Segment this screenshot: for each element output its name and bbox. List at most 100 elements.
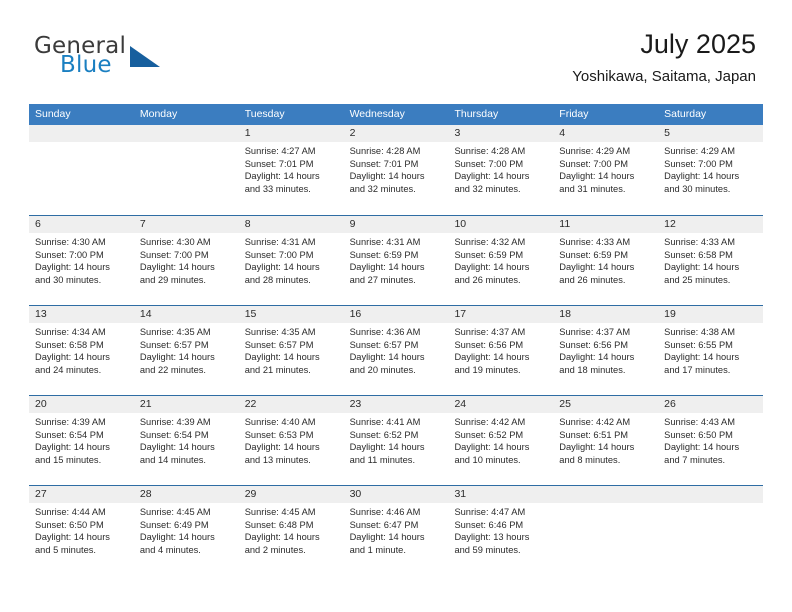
calendar-day-cell[interactable]: 26 Sunrise: 4:43 AM Sunset: 6:50 PM Dayligh…	[658, 396, 763, 485]
day-number: 3	[454, 127, 461, 139]
day-detail-line: Daylight: 14 hours	[559, 262, 635, 273]
day-details: Sunrise: 4:29 AM Sunset: 7:00 PM Daylight:…	[664, 145, 758, 195]
calendar-day-cell[interactable]: 13 Sunrise: 4:34 AM Sunset: 6:58 PM Dayligh…	[29, 306, 134, 395]
page-title: July 2025	[640, 29, 756, 59]
day-details: Sunrise: 4:36 AM Sunset: 6:57 PM Daylight:…	[350, 326, 444, 376]
day-detail-line: Sunrise: 4:41 AM	[349, 417, 421, 427]
day-detail-line: Daylight: 14 hours	[35, 442, 110, 453]
day-detail-line: Daylight: 14 hours	[664, 171, 740, 182]
day-details: Sunrise: 4:42 AM Sunset: 6:52 PM Daylight:…	[454, 416, 548, 466]
calendar-day-cell[interactable]: 22 Sunrise: 4:40 AM Sunset: 6:53 PM Dayligh…	[239, 396, 344, 485]
day-detail-line: and 30 minutes.	[664, 183, 731, 194]
calendar-day-cell[interactable]: 23 Sunrise: 4:41 AM Sunset: 6:52 PM Dayligh…	[344, 396, 449, 485]
calendar-day-cell[interactable]: 17 Sunrise: 4:37 AM Sunset: 6:56 PM Dayligh…	[448, 306, 553, 395]
day-detail-line: Sunset: 6:53 PM	[244, 429, 314, 440]
day-details: Sunrise: 4:43 AM Sunset: 6:50 PM Daylight:…	[664, 416, 758, 466]
day-detail-line: and 17 minutes.	[664, 364, 731, 375]
calendar-day-cell[interactable]: 14 Sunrise: 4:35 AM Sunset: 6:57 PM Dayligh…	[134, 306, 239, 395]
calendar-day-cell[interactable]: 30 Sunrise: 4:46 AM Sunset: 6:47 PM Dayligh…	[344, 486, 449, 575]
calendar-day-cell[interactable]: 2 Sunrise: 4:28 AM Sunset: 7:01 PM Daylight…	[344, 125, 449, 215]
day-detail-line: Daylight: 14 hours	[139, 262, 215, 273]
calendar-week-row: 1 Sunrise: 4:27 AM Sunset: 7:01 PM Daylight…	[29, 125, 763, 215]
calendar-day-cell[interactable]: 8 Sunrise: 4:31 AM Sunset: 7:00 PM Daylight…	[239, 216, 344, 305]
calendar-cell-empty	[29, 125, 134, 215]
day-number: 2	[349, 127, 356, 139]
day-number: 29	[244, 488, 257, 500]
day-detail-line: Sunset: 7:00 PM	[35, 249, 104, 260]
day-detail-line: Sunrise: 4:29 AM	[664, 146, 735, 156]
day-detail-line: and 26 minutes.	[454, 274, 521, 285]
weekday-header-saturday: Saturday	[664, 108, 707, 120]
day-detail-line: Sunset: 6:50 PM	[35, 519, 104, 530]
day-detail-line: Daylight: 14 hours	[349, 352, 425, 363]
day-detail-line: and 13 minutes.	[244, 454, 311, 465]
calendar-day-cell[interactable]: 1 Sunrise: 4:27 AM Sunset: 7:01 PM Daylight…	[239, 125, 344, 215]
day-number: 9	[349, 218, 356, 230]
calendar-day-cell[interactable]: 15 Sunrise: 4:35 AM Sunset: 6:57 PM Dayligh…	[239, 306, 344, 395]
day-detail-line: Daylight: 14 hours	[139, 532, 215, 543]
day-detail-line: and 27 minutes.	[349, 274, 416, 285]
day-detail-line: and 30 minutes.	[35, 274, 102, 285]
day-detail-line: and 21 minutes.	[244, 364, 311, 375]
calendar-day-cell[interactable]: 7 Sunrise: 4:30 AM Sunset: 7:00 PM Daylight…	[134, 216, 239, 305]
brand-logo[interactable]: General Blue	[34, 33, 234, 83]
day-detail-line: Sunset: 6:57 PM	[349, 339, 419, 350]
calendar-day-cell[interactable]: 4 Sunrise: 4:29 AM Sunset: 7:00 PM Daylight…	[553, 125, 658, 215]
calendar-day-cell[interactable]: 27 Sunrise: 4:44 AM Sunset: 6:50 PM Dayligh…	[29, 486, 134, 575]
calendar-day-cell[interactable]: 20 Sunrise: 4:39 AM Sunset: 6:54 PM Dayligh…	[29, 396, 134, 485]
day-number: 11	[559, 218, 571, 230]
calendar-day-cell[interactable]: 25 Sunrise: 4:42 AM Sunset: 6:51 PM Dayligh…	[553, 396, 658, 485]
calendar-day-cell[interactable]: 28 Sunrise: 4:45 AM Sunset: 6:49 PM Dayligh…	[134, 486, 239, 575]
day-number: 28	[139, 488, 152, 500]
calendar-week-row: 27 Sunrise: 4:44 AM Sunset: 6:50 PM Dayligh…	[29, 485, 763, 575]
calendar-day-cell[interactable]: 31 Sunrise: 4:47 AM Sunset: 6:46 PM Dayligh…	[448, 486, 553, 575]
day-detail-line: and 19 minutes.	[454, 364, 521, 375]
day-detail-line: and 25 minutes.	[664, 274, 731, 285]
day-detail-line: Sunset: 6:54 PM	[139, 429, 209, 440]
calendar-day-cell[interactable]: 11 Sunrise: 4:33 AM Sunset: 6:59 PM Dayligh…	[553, 216, 658, 305]
day-details: Sunrise: 4:33 AM Sunset: 6:58 PM Daylight:…	[664, 236, 758, 286]
calendar-cell-empty	[134, 125, 239, 215]
calendar-day-cell[interactable]: 6 Sunrise: 4:30 AM Sunset: 7:00 PM Daylight…	[29, 216, 134, 305]
calendar-day-cell[interactable]: 19 Sunrise: 4:38 AM Sunset: 6:55 PM Dayligh…	[658, 306, 763, 395]
day-detail-line: Sunset: 6:56 PM	[559, 339, 629, 350]
calendar-day-cell[interactable]: 10 Sunrise: 4:32 AM Sunset: 6:59 PM Dayligh…	[448, 216, 553, 305]
calendar-day-cell[interactable]: 29 Sunrise: 4:45 AM Sunset: 6:48 PM Dayligh…	[239, 486, 344, 575]
day-detail-line: and 28 minutes.	[244, 274, 311, 285]
day-detail-line: Sunset: 7:00 PM	[559, 158, 629, 169]
day-detail-line: Daylight: 14 hours	[35, 262, 110, 273]
calendar-day-cell[interactable]: 21 Sunrise: 4:39 AM Sunset: 6:54 PM Dayligh…	[134, 396, 239, 485]
calendar-day-cell[interactable]: 24 Sunrise: 4:42 AM Sunset: 6:52 PM Dayligh…	[448, 396, 553, 485]
day-detail-line: and 7 minutes.	[664, 454, 726, 465]
day-details: Sunrise: 4:39 AM Sunset: 6:54 PM Daylight:…	[140, 416, 234, 466]
day-detail-line: Sunset: 7:00 PM	[139, 249, 209, 260]
calendar-day-cell[interactable]: 16 Sunrise: 4:36 AM Sunset: 6:57 PM Dayligh…	[344, 306, 449, 395]
day-detail-line: Daylight: 14 hours	[664, 442, 740, 453]
day-number: 4	[559, 127, 566, 139]
day-details: Sunrise: 4:27 AM Sunset: 7:01 PM Daylight:…	[245, 145, 339, 195]
weekday-header-friday: Friday	[559, 108, 589, 120]
day-detail-line: Daylight: 14 hours	[244, 532, 320, 543]
calendar-day-cell[interactable]: 12 Sunrise: 4:33 AM Sunset: 6:58 PM Dayligh…	[658, 216, 763, 305]
day-detail-line: and 18 minutes.	[559, 364, 626, 375]
day-detail-line: Sunrise: 4:30 AM	[35, 237, 106, 247]
day-detail-line: Daylight: 14 hours	[35, 532, 110, 543]
day-detail-line: and 29 minutes.	[139, 274, 207, 285]
triangle-logo-icon	[130, 46, 160, 67]
day-details: Sunrise: 4:47 AM Sunset: 6:46 PM Daylight:…	[454, 506, 548, 556]
calendar-day-cell[interactable]: 3 Sunrise: 4:28 AM Sunset: 7:00 PM Daylight…	[448, 125, 553, 215]
day-number: 7	[139, 218, 146, 230]
day-number: 1	[244, 127, 251, 139]
day-detail-line: Sunset: 6:55 PM	[664, 339, 733, 350]
day-details: Sunrise: 4:46 AM Sunset: 6:47 PM Daylight:…	[350, 506, 444, 556]
calendar-day-cell[interactable]: 9 Sunrise: 4:31 AM Sunset: 6:59 PM Daylight…	[344, 216, 449, 305]
calendar-day-cell[interactable]: 18 Sunrise: 4:37 AM Sunset: 6:56 PM Dayligh…	[553, 306, 658, 395]
calendar-day-cell[interactable]: 5 Sunrise: 4:29 AM Sunset: 7:00 PM Daylight…	[658, 125, 763, 215]
day-detail-line: Sunrise: 4:34 AM	[35, 327, 106, 337]
day-detail-line: Daylight: 14 hours	[139, 352, 215, 363]
day-detail-line: Daylight: 14 hours	[664, 352, 740, 363]
day-detail-line: Sunset: 6:59 PM	[454, 249, 524, 260]
day-detail-line: Sunset: 6:52 PM	[349, 429, 419, 440]
day-number: 25	[559, 398, 571, 410]
weekday-header-row: Sunday Monday Tuesday Wednesday Thursday Frid…	[29, 104, 763, 125]
